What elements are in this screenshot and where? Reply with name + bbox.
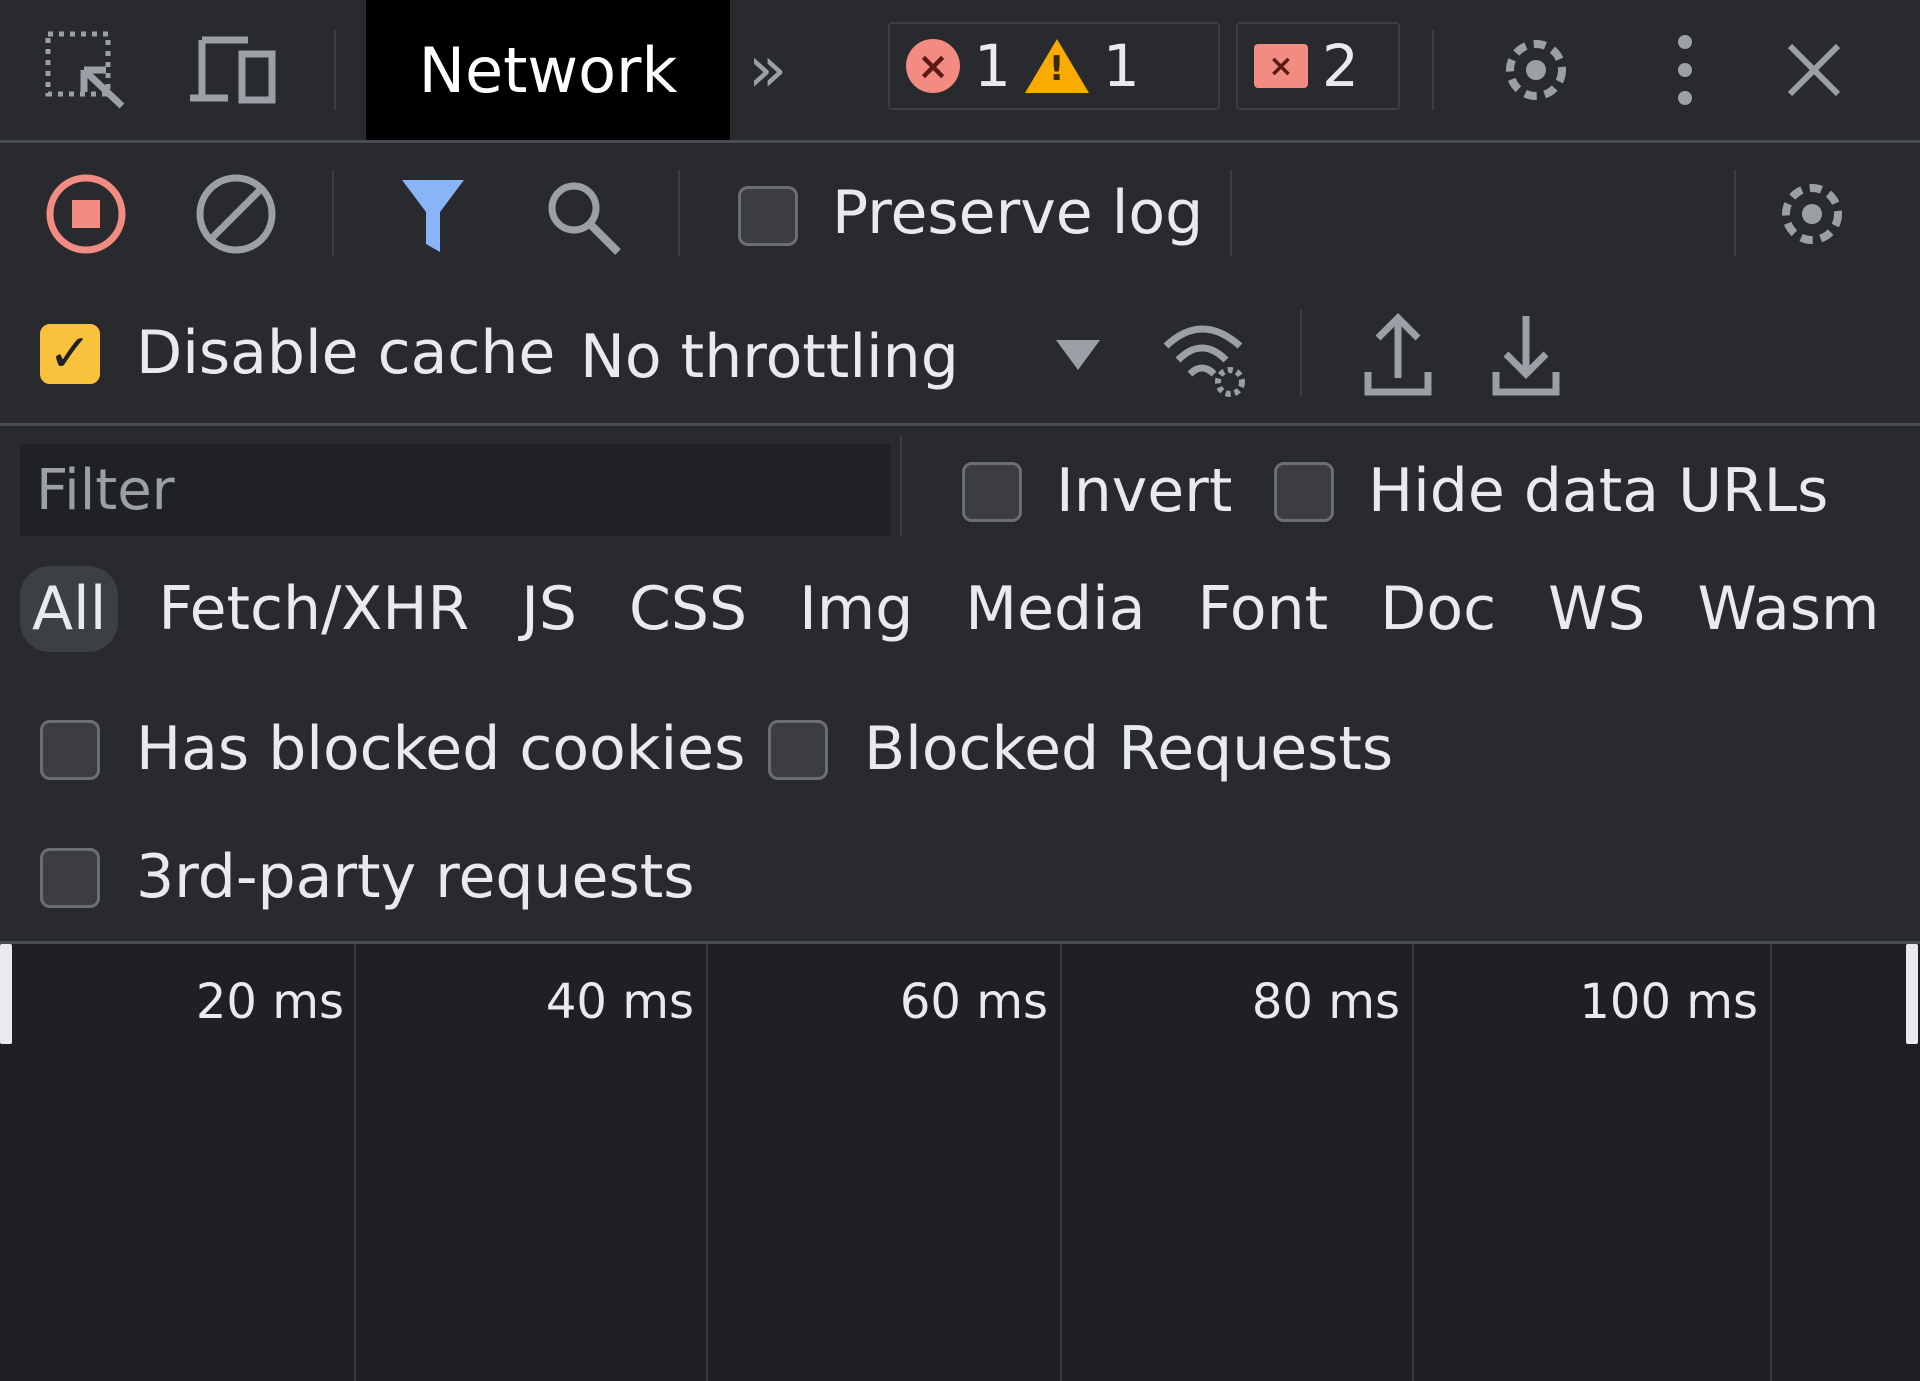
device-toolbar-icon[interactable] — [188, 36, 280, 106]
timeline-tick-label: 40 ms — [545, 974, 694, 1030]
search-icon[interactable] — [544, 178, 622, 256]
divider — [1230, 170, 1232, 256]
preserve-log-checkbox[interactable] — [738, 186, 798, 246]
tab-network[interactable]: Network — [366, 0, 730, 140]
type-filter-wasm[interactable]: Wasm — [1685, 566, 1891, 652]
error-icon: × — [906, 39, 960, 93]
timeline-gridline — [354, 944, 356, 1381]
resource-type-filters: All Fetch/XHR JS CSS Img Media Font Doc … — [20, 566, 1891, 652]
network-overview-timeline[interactable]: 20 ms 40 ms 60 ms 80 ms 100 ms — [0, 944, 1920, 1381]
invert-checkbox[interactable] — [962, 462, 1022, 522]
gear-icon[interactable] — [1494, 28, 1578, 112]
disable-cache-label: Disable cache — [136, 318, 556, 388]
type-filter-img[interactable]: Img — [787, 566, 925, 652]
hide-data-urls-label: Hide data URLs — [1368, 456, 1829, 526]
type-filter-font[interactable]: Font — [1186, 566, 1341, 652]
chevron-double-right-icon[interactable]: » — [748, 34, 787, 106]
timeline-tick-label: 20 ms — [195, 974, 344, 1030]
error-count: 1 — [974, 32, 1011, 100]
inspect-element-icon[interactable] — [44, 30, 128, 110]
issue-message-icon: × — [1254, 44, 1308, 88]
hide-data-urls-checkbox[interactable] — [1274, 462, 1334, 522]
timeline-right-handle[interactable] — [1906, 944, 1918, 1044]
timeline-gridline — [1412, 944, 1414, 1381]
timeline-gridline — [706, 944, 708, 1381]
throttling-select[interactable]: No throttling — [580, 312, 1100, 402]
divider — [1300, 310, 1302, 396]
throttling-value: No throttling — [580, 322, 959, 392]
timeline-tick-label: 80 ms — [1251, 974, 1400, 1030]
clear-icon[interactable] — [194, 172, 278, 256]
type-filter-js[interactable]: JS — [509, 566, 589, 652]
has-blocked-cookies-checkbox[interactable] — [40, 720, 100, 780]
divider — [678, 170, 680, 256]
preserve-log-label: Preserve log — [832, 178, 1204, 248]
has-blocked-cookies-label: Has blocked cookies — [136, 714, 746, 784]
filter-input[interactable] — [20, 444, 890, 536]
network-settings-gear-icon[interactable] — [1770, 172, 1854, 256]
kebab-menu-icon[interactable] — [1674, 34, 1696, 106]
wifi-settings-icon[interactable] — [1160, 316, 1250, 400]
divider — [1734, 170, 1736, 256]
timeline-gridline — [1770, 944, 1772, 1381]
filter-icon[interactable] — [400, 178, 466, 254]
blocked-requests-label: Blocked Requests — [864, 714, 1394, 784]
upload-icon[interactable] — [1364, 312, 1432, 398]
issues-count: 2 — [1322, 32, 1359, 100]
timeline-tick-label: 60 ms — [899, 974, 1048, 1030]
third-party-requests-label: 3rd-party requests — [136, 842, 695, 912]
type-filter-doc[interactable]: Doc — [1368, 566, 1508, 652]
warning-count: 1 — [1102, 32, 1140, 100]
type-filter-ws[interactable]: WS — [1536, 566, 1657, 652]
type-filter-all[interactable]: All — [20, 566, 119, 652]
stop-recording-icon[interactable] — [44, 172, 128, 256]
type-filter-media[interactable]: Media — [953, 566, 1157, 652]
download-icon[interactable] — [1492, 312, 1560, 398]
type-filter-fetch-xhr[interactable]: Fetch/XHR — [146, 566, 481, 652]
timeline-left-handle[interactable] — [0, 944, 12, 1044]
close-icon[interactable] — [1786, 42, 1842, 98]
timeline-tick-label: 100 ms — [1579, 974, 1758, 1030]
disable-cache-checkbox[interactable]: ✓ — [40, 324, 100, 384]
issues-badge[interactable]: × 2 — [1236, 22, 1400, 110]
divider — [334, 30, 336, 110]
console-errors-warnings-badge[interactable]: × 1 ! 1 — [888, 22, 1220, 110]
timeline-gridline — [1060, 944, 1062, 1381]
blocked-requests-checkbox[interactable] — [768, 720, 828, 780]
type-filter-css[interactable]: CSS — [617, 566, 759, 652]
third-party-requests-checkbox[interactable] — [40, 848, 100, 908]
warning-icon: ! — [1024, 39, 1089, 93]
chevron-down-icon — [1056, 340, 1100, 374]
tab-network-label: Network — [418, 33, 678, 107]
invert-label: Invert — [1056, 456, 1233, 526]
divider — [1432, 30, 1434, 110]
divider — [332, 170, 334, 256]
divider — [900, 436, 902, 536]
